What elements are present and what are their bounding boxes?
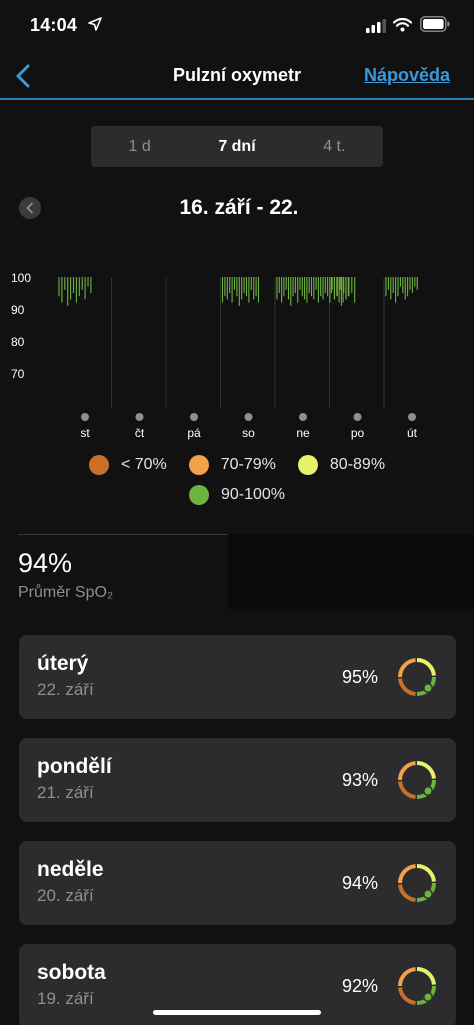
x-tick-label: pá: [187, 426, 201, 440]
average-label: Průměr SpO₂: [18, 584, 114, 601]
day-date: 20. září: [37, 886, 94, 905]
x-tick-dot: [135, 413, 144, 421]
help-link[interactable]: Nápověda: [364, 65, 450, 86]
ring-segment-below-70: [398, 987, 416, 1005]
day-average-value: 92%: [341, 976, 378, 996]
day-average-value: 93%: [341, 770, 378, 790]
legend-dot-below-70: [88, 455, 109, 475]
ring-indicator-dot: [423, 889, 433, 899]
x-tick-dot: [299, 413, 307, 421]
x-tick-label: so: [242, 426, 255, 440]
average-panel-blank: [228, 534, 474, 609]
legend-dot-80-89: [297, 455, 318, 475]
tab-1-day[interactable]: 1 d: [91, 126, 188, 167]
ring-segment-70-79: [398, 658, 416, 678]
day-card-sunday[interactable]: neděle 20. září 94%: [19, 841, 456, 925]
legend-dot-70-79: [188, 455, 209, 475]
day-card-tuesday[interactable]: úterý 22. září 95%: [19, 635, 456, 719]
spo2-ring-icon: [398, 658, 436, 696]
ring-indicator-dot: [423, 683, 433, 693]
x-tick-label: st: [80, 426, 90, 440]
ring-segment-80-89: [416, 658, 436, 676]
day-name: neděle: [37, 858, 104, 881]
x-tick-label: po: [351, 426, 365, 440]
ring-indicator-dot: [423, 786, 433, 796]
ring-segment-below-70: [398, 678, 416, 696]
battery-icon: [420, 16, 450, 32]
legend-item-80-89: 80-89%: [297, 455, 386, 475]
y-tick-label: 90: [11, 303, 25, 317]
ring-segment-80-89: [416, 761, 436, 779]
ring-segment-70-79: [398, 967, 416, 987]
y-tick-label: 70: [11, 367, 25, 381]
day-date: 19. září: [37, 989, 94, 1008]
legend-dot-90-100: [188, 485, 209, 505]
day-average-value: 95%: [341, 667, 378, 687]
x-tick-dot: [190, 413, 198, 421]
ring-segment-below-70: [398, 781, 416, 799]
tab-7-days[interactable]: 7 dní: [188, 126, 285, 167]
ring-segment-80-89: [416, 864, 436, 882]
x-tick-dot: [408, 413, 416, 421]
range-selector: 1 d 7 dní 4 t.: [91, 126, 383, 167]
legend-item-70-79: 70-79%: [188, 455, 276, 475]
day-name: úterý: [37, 652, 89, 675]
legend-item-below-70: < 70%: [88, 455, 167, 475]
chart-legend: < 70% 70-79% 80-89% 90-100%: [0, 452, 474, 512]
day-date: 21. září: [37, 783, 94, 802]
status-bar: 14:04: [0, 0, 474, 52]
y-tick-label: 80: [11, 335, 25, 349]
x-tick-dot: [81, 413, 89, 421]
ring-segment-70-79: [398, 864, 416, 884]
date-range-label: 16. září - 22.: [179, 196, 299, 219]
ring-segment-70-79: [398, 761, 416, 781]
home-indicator: [153, 1010, 321, 1015]
x-tick-label: čt: [135, 426, 145, 440]
y-tick-label: 100: [11, 271, 31, 285]
tab-4-weeks[interactable]: 4 t.: [286, 126, 383, 167]
legend-item-90-100: 90-100%: [188, 485, 286, 505]
legend-label: 90-100%: [220, 486, 286, 503]
day-date: 22. září: [37, 680, 94, 699]
legend-label: 80-89%: [329, 456, 386, 473]
x-tick-label: út: [407, 426, 418, 440]
legend-label: 70-79%: [220, 456, 276, 473]
spo2-ring-icon: [398, 761, 436, 799]
x-tick-dot: [244, 413, 253, 421]
day-name: sobota: [37, 961, 106, 984]
spo2-ring-icon: [398, 864, 436, 902]
spo2-ring-icon: [398, 967, 436, 1005]
x-tick-label: ne: [296, 426, 310, 440]
ring-indicator-dot: [423, 992, 433, 1002]
day-average-value: 94%: [341, 873, 378, 893]
ring-segment-80-89: [416, 967, 436, 985]
location-arrow-icon: [88, 17, 102, 31]
ring-segment-below-70: [398, 884, 416, 902]
nav-bar: Pulzní oxymetr Nápověda: [0, 52, 474, 100]
status-time: 14:04: [30, 15, 78, 35]
legend-label: < 70%: [120, 456, 167, 473]
wifi-icon: [393, 17, 412, 32]
x-tick-dot: [353, 413, 362, 421]
signal-icon: [366, 19, 386, 33]
day-card-monday[interactable]: pondělí 21. září 93%: [19, 738, 456, 822]
average-value: 94%: [18, 548, 73, 578]
spo2-chart: 100 90 80 70 st čt pá so ne po út: [11, 271, 418, 440]
day-name: pondělí: [37, 755, 112, 778]
